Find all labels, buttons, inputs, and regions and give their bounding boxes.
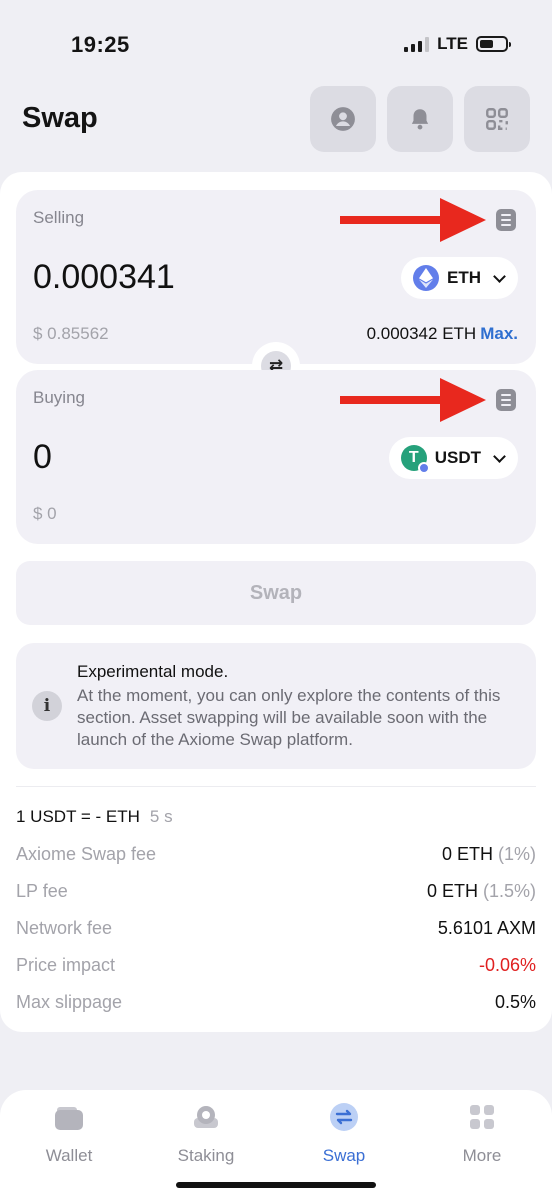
buying-token-selector[interactable]: T USDT (388, 437, 518, 479)
notice-title: Experimental mode. (77, 662, 229, 681)
wallet-icon (54, 1102, 84, 1132)
screen: 19:25 LTE Swap Selling 0.000341 ETH $ 0.… (0, 0, 552, 1200)
nav-swap[interactable]: Swap (289, 1102, 399, 1166)
selling-amount-input[interactable]: 0.000341 (33, 258, 175, 297)
profile-icon (331, 107, 355, 131)
selling-fiat-value: $ 0.85562 (33, 324, 109, 343)
selling-token-name: ETH (447, 268, 481, 287)
selling-balance: 0.000342 ETH Max. (367, 324, 518, 344)
price-impact-label: Price impact (16, 955, 116, 975)
network-fee-value: 5.6101 AXM (437, 918, 536, 938)
eth-icon (413, 265, 439, 291)
home-indicator (176, 1182, 376, 1188)
selling-token-selector[interactable]: ETH (401, 257, 518, 299)
network-fee-row: Network fee 5.6101 AXM (16, 918, 536, 939)
swap-fee-row: Axiome Swap fee 0 ETH (1%) (16, 844, 536, 865)
profile-button[interactable] (310, 86, 376, 152)
nav-staking-label: Staking (177, 1146, 235, 1165)
network-label: LTE (437, 34, 468, 53)
annotation-arrow (340, 378, 486, 422)
nav-wallet-label: Wallet (45, 1146, 93, 1165)
nav-more-label: More (462, 1146, 502, 1165)
swap-fee-value: 0 ETH (441, 844, 493, 864)
max-slippage-label: Max slippage (16, 992, 123, 1012)
notifications-button[interactable] (387, 86, 453, 152)
nav-more[interactable]: More (427, 1102, 537, 1166)
buying-label: Buying (33, 388, 85, 407)
lp-fee-row: LP fee 0 ETH (1.5%) (16, 881, 536, 902)
status-time: 19:25 (71, 32, 130, 57)
status-indicators: LTE (404, 34, 511, 54)
lp-fee-value: 0 ETH (426, 881, 478, 901)
page-title: Swap (22, 102, 98, 134)
nav-wallet[interactable]: Wallet (14, 1102, 124, 1166)
annotation-arrow (340, 198, 486, 242)
swap-fee-label: Axiome Swap fee (16, 844, 157, 864)
selling-label: Selling (33, 208, 85, 227)
nav-staking[interactable]: Staking (151, 1102, 261, 1166)
exchange-rate: 1 USDT = - ETH 5 s (16, 807, 173, 827)
selling-balance-value: 0.000342 ETH (366, 324, 477, 343)
nav-swap-label: Swap (322, 1146, 366, 1165)
usdt-icon: T (400, 445, 430, 474)
document-icon[interactable] (496, 389, 516, 411)
lp-fee-pct: (1.5%) (482, 881, 536, 901)
buying-token-name: USDT (434, 448, 481, 467)
chevron-down-icon (493, 449, 506, 463)
swap-fee-pct: (1%) (497, 844, 536, 864)
rate-text: 1 USDT = - ETH (16, 807, 140, 826)
signal-icon (404, 36, 430, 52)
qr-code-button[interactable] (464, 86, 530, 152)
max-button[interactable]: Max. (480, 324, 518, 343)
buying-amount-input[interactable]: 0 (33, 438, 52, 477)
swap-icon (329, 1102, 359, 1132)
qr-code-icon (486, 108, 508, 130)
info-icon: i (32, 691, 62, 721)
price-impact-row: Price impact -0.06% (16, 955, 536, 976)
battery-icon (476, 36, 511, 52)
max-slippage-row: Max slippage 0.5% (16, 992, 536, 1013)
bell-icon (411, 109, 429, 130)
staking-icon (191, 1102, 221, 1132)
lp-fee-label: LP fee (16, 881, 68, 901)
notice-body: At the moment, you can only explore the … (77, 686, 501, 749)
chevron-down-icon (493, 269, 506, 283)
rate-timer: 5 s (149, 807, 173, 826)
network-fee-label: Network fee (16, 918, 113, 938)
experimental-notice: i Experimental mode. At the moment, you … (16, 643, 536, 769)
swap-button[interactable]: Swap (16, 561, 536, 625)
price-impact-value: -0.06% (478, 955, 536, 975)
document-icon[interactable] (496, 209, 516, 231)
divider (16, 786, 536, 787)
max-slippage-value: 0.5% (494, 992, 536, 1012)
buying-fiat-value: $ 0 (33, 504, 57, 523)
more-grid-icon (467, 1102, 497, 1132)
swap-panel: Selling 0.000341 ETH $ 0.85562 0.000342 … (0, 172, 552, 1032)
